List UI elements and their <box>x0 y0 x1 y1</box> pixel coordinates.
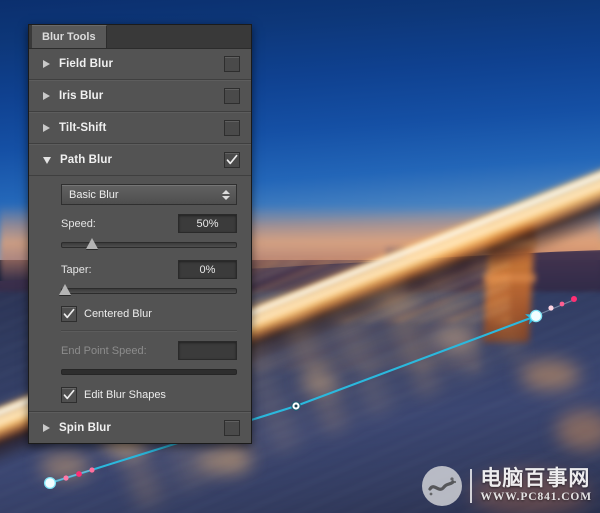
watermark-site-name: 电脑百事网 <box>480 466 591 491</box>
speed-value[interactable]: 50% <box>178 214 237 233</box>
field-blur-checkbox[interactable] <box>224 56 240 72</box>
triangle-down-icon[interactable] <box>43 156 51 164</box>
taper-field-row: Taper: 0% <box>61 260 237 279</box>
edit-blur-shapes-row[interactable]: Edit Blur Shapes <box>61 387 237 403</box>
watermark-url: WWW.PC841.COM <box>480 491 592 504</box>
checkmark-icon <box>226 154 238 165</box>
blur-tool-label: Tilt-Shift <box>59 122 107 134</box>
blur-mode-value: Basic Blur <box>69 188 119 201</box>
blur-row-tilt-shift[interactable]: Tilt-Shift <box>29 112 251 144</box>
centered-blur-row[interactable]: Centered Blur <box>61 306 237 322</box>
path-blur-options: Basic Blur Speed: 50% Taper: 0% Centered… <box>29 176 251 412</box>
tab-label: Blur Tools <box>42 31 96 43</box>
panel-body: Field Blur Iris Blur Tilt-Shift Path Blu… <box>29 49 251 443</box>
path-blur-checkbox[interactable] <box>224 152 240 168</box>
logo-glyph <box>428 477 457 496</box>
tab-bar-filler <box>106 25 251 48</box>
taper-slider[interactable] <box>59 283 237 297</box>
options-divider <box>61 330 237 332</box>
checkmark-icon <box>63 308 75 319</box>
speed-slider[interactable] <box>61 237 237 251</box>
triangle-right-icon[interactable] <box>43 60 50 68</box>
blur-tool-label: Spin Blur <box>59 422 112 434</box>
taper-label: Taper: <box>61 263 92 276</box>
watermark-divider <box>470 469 473 503</box>
blur-tool-label: Iris Blur <box>59 90 104 102</box>
end-point-speed-label: End Point Speed: <box>61 344 147 357</box>
speed-field-row: Speed: 50% <box>61 214 237 233</box>
triangle-right-icon[interactable] <box>43 124 50 132</box>
speed-slider-thumb[interactable] <box>85 238 98 249</box>
end-point-speed-value <box>178 341 237 360</box>
taper-slider-thumb[interactable] <box>59 284 72 295</box>
blur-tool-label: Path Blur <box>60 154 113 166</box>
wave-circle-logo-icon <box>422 466 463 506</box>
photoshop-blur-gallery-screen: Blur Tools Field Blur Iris Blur Tilt-Shi… <box>0 0 600 513</box>
stepper-arrows-icon[interactable] <box>222 189 230 200</box>
speed-label: Speed: <box>61 217 96 230</box>
blur-row-iris-blur[interactable]: Iris Blur <box>29 80 251 112</box>
blur-tools-panel: Blur Tools Field Blur Iris Blur Tilt-Shi… <box>28 24 252 444</box>
iris-blur-checkbox[interactable] <box>224 88 240 104</box>
blur-row-spin-blur[interactable]: Spin Blur <box>29 412 251 443</box>
centered-blur-label: Centered Blur <box>84 308 152 320</box>
edit-blur-shapes-checkbox[interactable] <box>61 387 77 403</box>
edit-blur-shapes-label: Edit Blur Shapes <box>84 389 166 401</box>
taper-slider-track[interactable] <box>61 288 237 294</box>
blur-tool-label: Field Blur <box>59 58 114 70</box>
end-point-speed-slider-track <box>61 369 237 375</box>
centered-blur-checkbox[interactable] <box>61 306 77 322</box>
chevron-up-icon <box>222 189 230 194</box>
panel-tab-bar: Blur Tools <box>29 25 251 49</box>
blur-row-path-blur[interactable]: Path Blur <box>29 144 251 176</box>
checkmark-icon <box>63 389 75 400</box>
taper-value[interactable]: 0% <box>178 260 237 279</box>
tilt-shift-checkbox[interactable] <box>224 120 240 136</box>
tab-blur-tools[interactable]: Blur Tools <box>32 25 107 48</box>
triangle-right-icon[interactable] <box>43 92 50 100</box>
chevron-down-icon <box>222 195 230 200</box>
watermark: 电脑百事网 WWW.PC841.COM <box>422 466 592 506</box>
watermark-text: 电脑百事网 WWW.PC841.COM <box>480 468 592 504</box>
triangle-right-icon[interactable] <box>43 424 50 432</box>
end-point-speed-row: End Point Speed: <box>61 341 237 360</box>
blur-row-field-blur[interactable]: Field Blur <box>29 49 251 80</box>
spin-blur-checkbox[interactable] <box>224 420 240 436</box>
end-point-speed-slider <box>61 364 237 378</box>
blur-mode-select[interactable]: Basic Blur <box>61 184 237 205</box>
